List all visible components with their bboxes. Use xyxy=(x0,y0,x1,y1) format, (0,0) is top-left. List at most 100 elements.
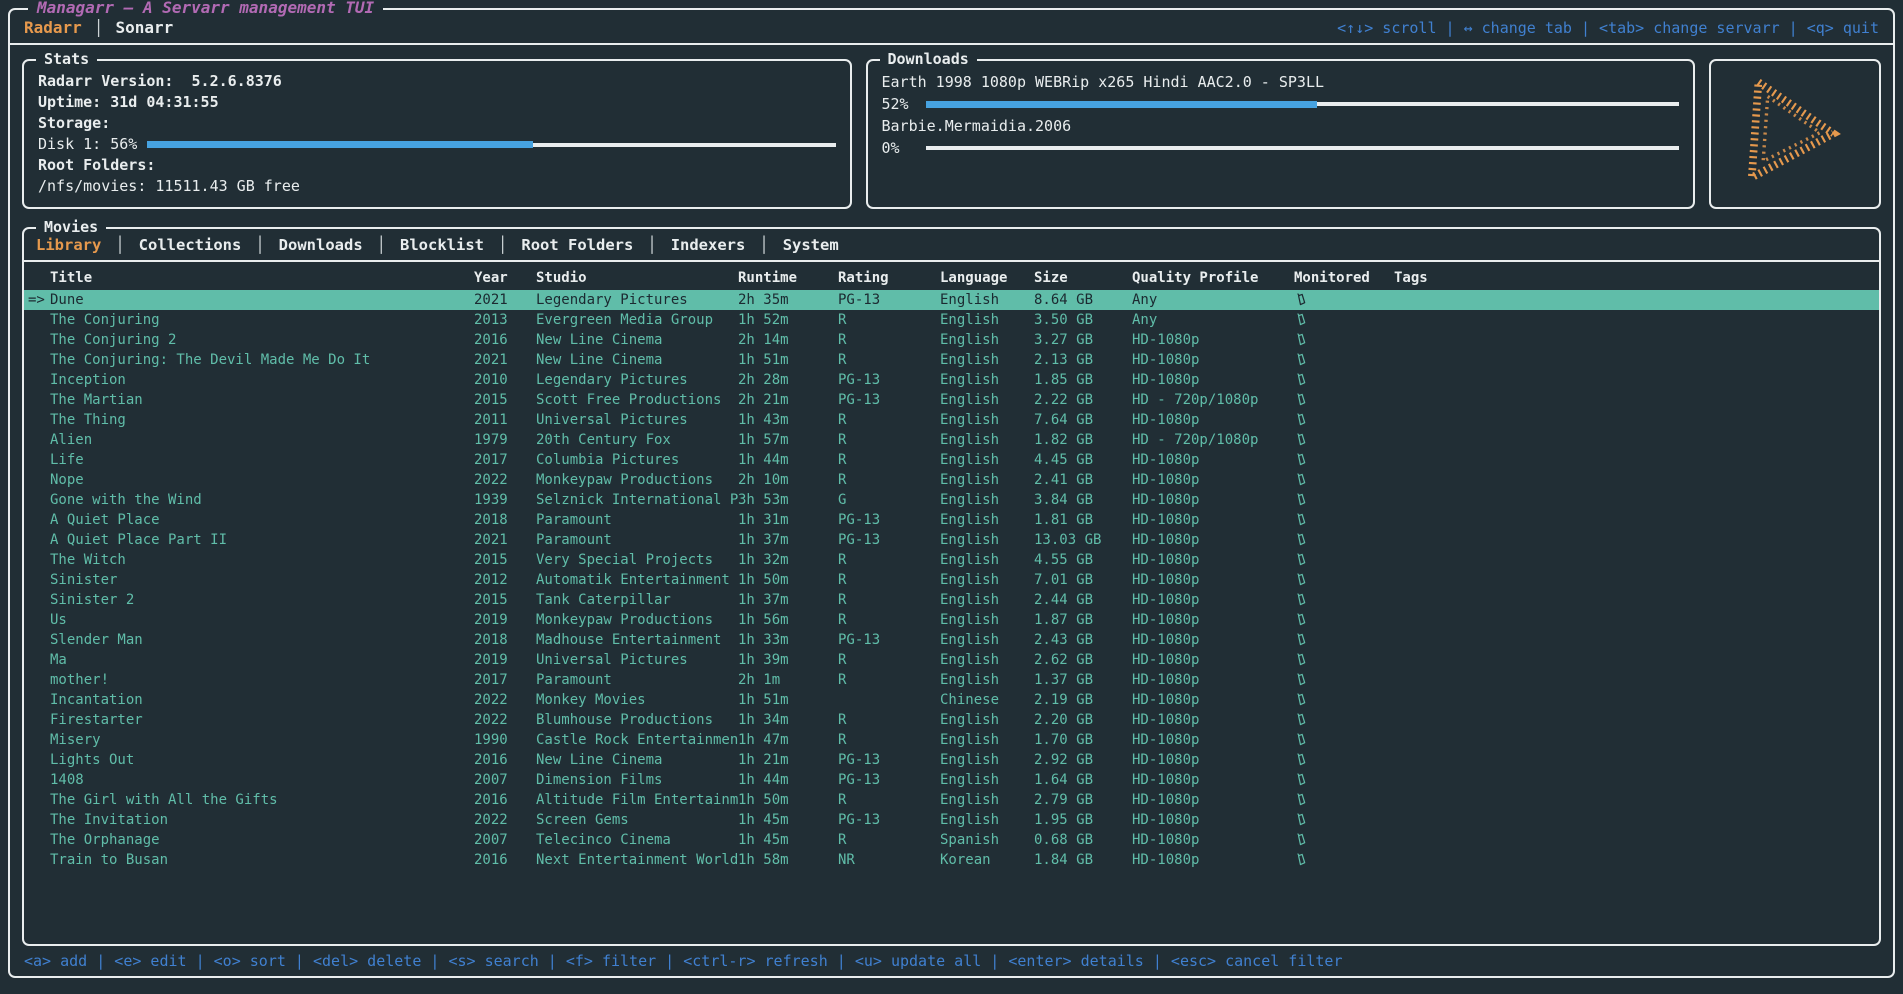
cell-title: Life xyxy=(50,450,474,470)
cell-language: English xyxy=(940,430,1034,450)
cell-quality-profile: Any xyxy=(1132,290,1294,310)
cell-size: 2.79 GB xyxy=(1034,790,1132,810)
cell-rating: R xyxy=(838,470,940,490)
cell-quality-profile: HD-1080p xyxy=(1132,730,1294,750)
bottom-keybind-hints: <a> add | <e> edit | <o> sort | <del> de… xyxy=(10,946,1893,976)
movies-tab-downloads[interactable]: Downloads xyxy=(279,236,363,254)
cell-rating: R xyxy=(838,570,940,590)
cell-size: 0.68 GB xyxy=(1034,830,1132,850)
cell-language: English xyxy=(940,650,1034,670)
cell-language: English xyxy=(940,670,1034,690)
cell-quality-profile: HD-1080p xyxy=(1132,510,1294,530)
tab-separator: │ xyxy=(255,236,264,254)
table-row[interactable]: Firestarter 2022 Blumhouse Productions 1… xyxy=(24,710,1879,730)
cell-year: 2012 xyxy=(474,570,536,590)
cell-title: A Quiet Place xyxy=(50,510,474,530)
movies-tab-indexers[interactable]: Indexers xyxy=(671,236,746,254)
movies-tab-system[interactable]: System xyxy=(783,236,839,254)
cell-studio: Madhouse Entertainment xyxy=(536,630,738,650)
cell-runtime: 1h 37m xyxy=(738,590,838,610)
cell-studio: Legendary Pictures xyxy=(536,290,738,310)
tab-separator: │ xyxy=(759,236,768,254)
cell-rating: R xyxy=(838,650,940,670)
tag-icon xyxy=(1294,590,1394,610)
cell-title: Ma xyxy=(50,650,474,670)
table-row[interactable]: The Witch 2015 Very Special Projects 1h … xyxy=(24,550,1879,570)
stats-panel-title: Stats xyxy=(36,49,97,69)
cell-size: 1.95 GB xyxy=(1034,810,1132,830)
cell-language: English xyxy=(940,590,1034,610)
servarr-tab-radarr[interactable]: Radarr xyxy=(24,18,82,37)
table-row[interactable]: Train to Busan 2016 Next Entertainment W… xyxy=(24,850,1879,870)
cell-language: English xyxy=(940,310,1034,330)
table-row[interactable]: The Conjuring: The Devil Made Me Do It 2… xyxy=(24,350,1879,370)
selected-row-marker xyxy=(24,470,50,490)
table-row[interactable]: Slender Man 2018 Madhouse Entertainment … xyxy=(24,630,1879,650)
app-frame: Managarr — A Servarr management TUI Rada… xyxy=(8,8,1895,978)
servarr-tab-sonarr[interactable]: Sonarr xyxy=(115,18,173,37)
cell-runtime: 1h 31m xyxy=(738,510,838,530)
cell-title: A Quiet Place Part II xyxy=(50,530,474,550)
cell-rating: R xyxy=(838,730,940,750)
tag-icon xyxy=(1294,570,1394,590)
disk-usage-label: Disk 1: 56% xyxy=(38,134,137,155)
table-row[interactable]: The Conjuring 2 2016 New Line Cinema 2h … xyxy=(24,330,1879,350)
table-row[interactable]: => Dune 2021 Legendary Pictures 2h 35m P… xyxy=(24,290,1879,310)
movies-tab-library[interactable]: Library xyxy=(36,236,101,254)
table-row[interactable]: Ma 2019 Universal Pictures 1h 39m R Engl… xyxy=(24,650,1879,670)
table-row[interactable]: Inception 2010 Legendary Pictures 2h 28m… xyxy=(24,370,1879,390)
cell-year: 1990 xyxy=(474,730,536,750)
radarr-version: Radarr Version: 5.2.6.8376 xyxy=(38,71,836,92)
column-header-year: Year xyxy=(474,266,536,290)
cell-year: 2016 xyxy=(474,790,536,810)
cell-size: 2.62 GB xyxy=(1034,650,1132,670)
cell-year: 2011 xyxy=(474,410,536,430)
table-row[interactable]: Life 2017 Columbia Pictures 1h 44m R Eng… xyxy=(24,450,1879,470)
selected-row-marker xyxy=(24,630,50,650)
cell-year: 2021 xyxy=(474,350,536,370)
movies-tab-collections[interactable]: Collections xyxy=(139,236,242,254)
cell-tags xyxy=(1394,410,1879,430)
cell-rating: R xyxy=(838,790,940,810)
cell-year: 2021 xyxy=(474,290,536,310)
selected-row-marker xyxy=(24,430,50,450)
table-row[interactable]: A Quiet Place 2018 Paramount 1h 31m PG-1… xyxy=(24,510,1879,530)
table-row[interactable]: The Thing 2011 Universal Pictures 1h 43m… xyxy=(24,410,1879,430)
movies-tab-blocklist[interactable]: Blocklist xyxy=(400,236,484,254)
table-row[interactable]: The Orphanage 2007 Telecinco Cinema 1h 4… xyxy=(24,830,1879,850)
cell-rating: G xyxy=(838,490,940,510)
cell-rating: R xyxy=(838,590,940,610)
table-row[interactable]: The Martian 2015 Scott Free Productions … xyxy=(24,390,1879,410)
table-row[interactable]: Us 2019 Monkeypaw Productions 1h 56m R E… xyxy=(24,610,1879,630)
cell-language: English xyxy=(940,410,1034,430)
download-percent: 0% xyxy=(882,137,916,159)
cell-tags xyxy=(1394,650,1879,670)
table-row[interactable]: Nope 2022 Monkeypaw Productions 2h 10m R… xyxy=(24,470,1879,490)
cell-year: 1939 xyxy=(474,490,536,510)
download-progress-line: 0% xyxy=(882,137,1680,159)
cell-size: 1.82 GB xyxy=(1034,430,1132,450)
cell-year: 2016 xyxy=(474,330,536,350)
cell-title: Nope xyxy=(50,470,474,490)
cell-tags xyxy=(1394,750,1879,770)
cell-studio: Blumhouse Productions xyxy=(536,710,738,730)
table-row[interactable]: The Girl with All the Gifts 2016 Altitud… xyxy=(24,790,1879,810)
table-row[interactable]: The Invitation 2022 Screen Gems 1h 45m P… xyxy=(24,810,1879,830)
table-row[interactable]: Sinister 2 2015 Tank Caterpillar 1h 37m … xyxy=(24,590,1879,610)
table-row[interactable]: Gone with the Wind 1939 Selznick Interna… xyxy=(24,490,1879,510)
cell-quality-profile: HD - 720p/1080p xyxy=(1132,430,1294,450)
cell-quality-profile: HD-1080p xyxy=(1132,710,1294,730)
table-row[interactable]: Misery 1990 Castle Rock Entertainment 1h… xyxy=(24,730,1879,750)
table-row[interactable]: 1408 2007 Dimension Films 1h 44m PG-13 E… xyxy=(24,770,1879,790)
cell-language: English xyxy=(940,370,1034,390)
movies-tab-root-folders[interactable]: Root Folders xyxy=(521,236,633,254)
table-row[interactable]: mother! 2017 Paramount 2h 1m R English 1… xyxy=(24,670,1879,690)
table-row[interactable]: A Quiet Place Part II 2021 Paramount 1h … xyxy=(24,530,1879,550)
table-row[interactable]: Alien 1979 20th Century Fox 1h 57m R Eng… xyxy=(24,430,1879,450)
table-row[interactable]: Sinister 2012 Automatik Entertainment 1h… xyxy=(24,570,1879,590)
table-row[interactable]: The Conjuring 2013 Evergreen Media Group… xyxy=(24,310,1879,330)
table-row[interactable]: Lights Out 2016 New Line Cinema 1h 21m P… xyxy=(24,750,1879,770)
cell-language: Chinese xyxy=(940,690,1034,710)
column-header-rating: Rating xyxy=(838,266,940,290)
table-row[interactable]: Incantation 2022 Monkey Movies 1h 51m Ch… xyxy=(24,690,1879,710)
